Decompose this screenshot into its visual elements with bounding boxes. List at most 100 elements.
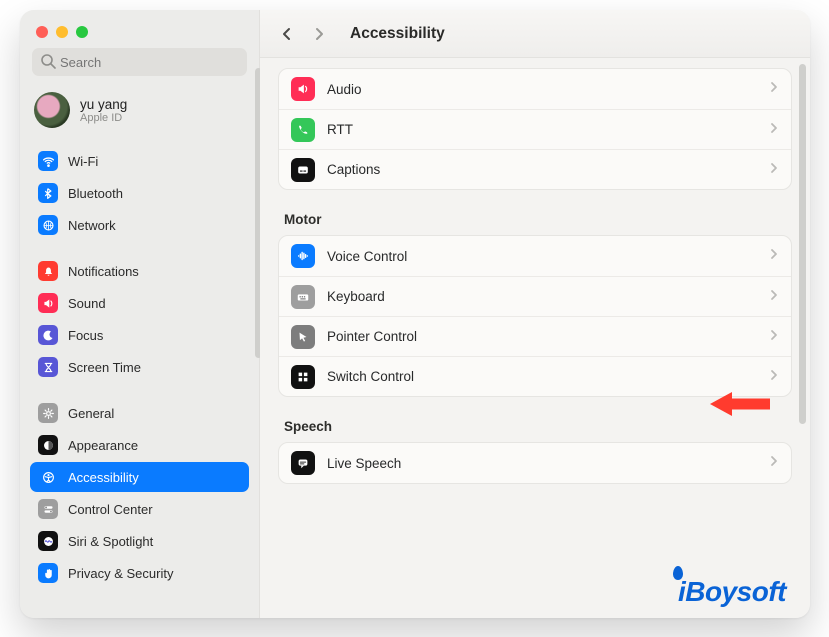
sidebar-list[interactable]: Wi-Fi Bluetooth Network Notifications Sound F… <box>20 144 259 618</box>
keyboard-icon <box>291 285 315 309</box>
settings-group: Motor Voice Control Keyboard Pointer Contro… <box>278 212 792 397</box>
sidebar-item-screentime[interactable]: Screen Time <box>30 352 249 382</box>
sidebar-item-label: General <box>68 406 114 421</box>
row-switchcontrol[interactable]: Switch Control <box>279 356 791 396</box>
hand-icon <box>38 563 58 583</box>
minimize-button[interactable] <box>56 26 68 38</box>
row-label: RTT <box>327 122 757 137</box>
row-pointer[interactable]: Pointer Control <box>279 316 791 356</box>
search-icon <box>40 53 56 69</box>
chevron-right-icon <box>769 80 779 98</box>
sidebar-item-accessibility[interactable]: Accessibility <box>30 462 249 492</box>
row-livespeech[interactable]: Live Speech <box>279 443 791 483</box>
cursor-icon <box>291 325 315 349</box>
captions-icon <box>291 158 315 182</box>
sidebar-item-label: Focus <box>68 328 103 343</box>
appearance-icon <box>38 435 58 455</box>
close-button[interactable] <box>36 26 48 38</box>
account-row[interactable]: yu yang Apple ID <box>20 84 259 138</box>
chevron-right-icon <box>769 161 779 179</box>
sidebar-item-focus[interactable]: Focus <box>30 320 249 350</box>
row-label: Audio <box>327 82 757 97</box>
sidebar-item-label: Control Center <box>68 502 153 517</box>
sidebar-item-appearance[interactable]: Appearance <box>30 430 249 460</box>
sidebar-item-label: Screen Time <box>68 360 141 375</box>
globe-icon <box>38 215 58 235</box>
settings-group: Speech Live Speech <box>278 419 792 484</box>
sidebar: yu yang Apple ID Wi-Fi Bluetooth Network No… <box>20 10 260 618</box>
sidebar-item-network[interactable]: Network <box>30 210 249 240</box>
sidebar-item-privacy[interactable]: Privacy & Security <box>30 558 249 588</box>
account-name: yu yang <box>80 97 127 112</box>
sidebar-item-label: Sound <box>68 296 106 311</box>
grid-icon <box>291 365 315 389</box>
settings-card: Audio RTT Captions <box>278 68 792 190</box>
sidebar-item-controlcenter[interactable]: Control Center <box>30 494 249 524</box>
row-label: Captions <box>327 162 757 177</box>
hourglass-icon <box>38 357 58 377</box>
search-input[interactable] <box>32 48 247 76</box>
chevron-right-icon <box>769 328 779 346</box>
row-audio[interactable]: Audio <box>279 69 791 109</box>
speech-icon <box>291 451 315 475</box>
row-label: Live Speech <box>327 456 757 471</box>
sidebar-item-label: Network <box>68 218 116 233</box>
gear-icon <box>38 403 58 423</box>
sidebar-item-bluetooth[interactable]: Bluetooth <box>30 178 249 208</box>
row-label: Keyboard <box>327 289 757 304</box>
chevron-right-icon <box>769 368 779 386</box>
chevron-right-icon <box>769 288 779 306</box>
sidebar-item-sound[interactable]: Sound <box>30 288 249 318</box>
sidebar-item-notifications[interactable]: Notifications <box>30 256 249 286</box>
sidebar-item-label: Privacy & Security <box>68 566 173 581</box>
avatar <box>34 92 70 128</box>
main-scrollbar[interactable] <box>799 64 806 424</box>
watermark: iBoysoft <box>678 576 786 608</box>
accessibility-icon <box>38 467 58 487</box>
wifi-icon <box>38 151 58 171</box>
group-header: Motor <box>278 212 792 235</box>
main-panel: Accessibility AudioRTTCaptionsMotorVoice… <box>260 10 810 618</box>
row-keyboard[interactable]: Keyboard <box>279 276 791 316</box>
settings-card: Live Speech <box>278 442 792 484</box>
sidebar-item-general[interactable]: General <box>30 398 249 428</box>
phone-icon <box>291 118 315 142</box>
sidebar-item-label: Notifications <box>68 264 139 279</box>
row-rtt[interactable]: RTT <box>279 109 791 149</box>
sidebar-item-label: Accessibility <box>68 470 139 485</box>
speaker-icon <box>291 77 315 101</box>
forward-button[interactable] <box>306 21 332 47</box>
chevron-right-icon <box>769 454 779 472</box>
row-captions[interactable]: Captions <box>279 149 791 189</box>
chevron-right-icon <box>769 121 779 139</box>
window-controls <box>20 16 259 48</box>
content-area[interactable]: Audio RTT Captions Motor Voice Control Keyboa… <box>260 58 810 618</box>
siri-icon <box>38 531 58 551</box>
sidebar-item-label: Siri & Spotlight <box>68 534 153 549</box>
row-label: Pointer Control <box>327 329 757 344</box>
back-button[interactable] <box>274 21 300 47</box>
settings-card: Voice Control Keyboard Pointer Control Swit… <box>278 235 792 397</box>
row-voicecontrol[interactable]: Voice Control <box>279 236 791 276</box>
sidebar-item-siri[interactable]: Siri & Spotlight <box>30 526 249 556</box>
row-label: Switch Control <box>327 369 757 384</box>
settings-window: yu yang Apple ID Wi-Fi Bluetooth Network No… <box>20 10 810 618</box>
speaker-icon <box>38 293 58 313</box>
account-sub: Apple ID <box>80 112 127 124</box>
switches-icon <box>38 499 58 519</box>
settings-group: Audio RTT Captions <box>278 68 792 190</box>
zoom-button[interactable] <box>76 26 88 38</box>
titlebar: Accessibility <box>260 10 810 58</box>
sidebar-item-wifi[interactable]: Wi-Fi <box>30 146 249 176</box>
bluetooth-icon <box>38 183 58 203</box>
voice-icon <box>291 244 315 268</box>
sidebar-item-label: Appearance <box>68 438 138 453</box>
moon-icon <box>38 325 58 345</box>
bell-icon <box>38 261 58 281</box>
group-header: Speech <box>278 419 792 442</box>
page-title: Accessibility <box>350 25 445 43</box>
sidebar-item-label: Wi-Fi <box>68 154 98 169</box>
row-label: Voice Control <box>327 249 757 264</box>
chevron-right-icon <box>769 247 779 265</box>
sidebar-item-label: Bluetooth <box>68 186 123 201</box>
